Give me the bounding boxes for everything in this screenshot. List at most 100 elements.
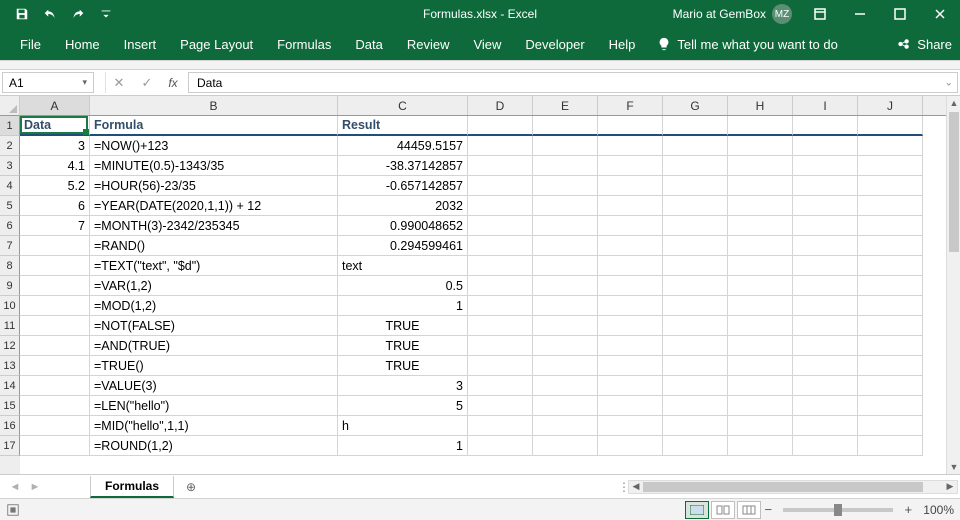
cell[interactable] <box>533 176 598 196</box>
cell[interactable] <box>598 216 663 236</box>
column-header-D[interactable]: D <box>468 96 533 115</box>
cell[interactable] <box>468 356 533 376</box>
enter-formula-button[interactable]: ✓ <box>134 70 160 96</box>
cell[interactable] <box>663 396 728 416</box>
row-header-15[interactable]: 15 <box>0 396 20 416</box>
cell[interactable] <box>663 436 728 456</box>
cell[interactable] <box>663 176 728 196</box>
cell[interactable]: =NOW()+123 <box>90 136 338 156</box>
cell[interactable] <box>728 436 793 456</box>
row-header-13[interactable]: 13 <box>0 356 20 376</box>
cell[interactable] <box>468 376 533 396</box>
cell[interactable]: 0.990048652 <box>338 216 468 236</box>
cell[interactable] <box>793 396 858 416</box>
cell[interactable] <box>858 336 923 356</box>
cell[interactable] <box>858 176 923 196</box>
cell[interactable] <box>598 436 663 456</box>
macro-record-icon[interactable] <box>6 503 20 517</box>
cell[interactable] <box>598 256 663 276</box>
row-header-4[interactable]: 4 <box>0 176 20 196</box>
cell[interactable] <box>728 336 793 356</box>
cell[interactable]: -0.657142857 <box>338 176 468 196</box>
row-header-8[interactable]: 8 <box>0 256 20 276</box>
cell[interactable] <box>598 116 663 136</box>
cell[interactable]: Result <box>338 116 468 136</box>
cell[interactable] <box>858 196 923 216</box>
cell[interactable] <box>20 436 90 456</box>
cell[interactable] <box>468 236 533 256</box>
cell[interactable]: h <box>338 416 468 436</box>
scroll-down-button[interactable]: ▼ <box>947 460 960 474</box>
cell[interactable] <box>728 396 793 416</box>
cell[interactable] <box>533 296 598 316</box>
cell[interactable] <box>20 336 90 356</box>
cell[interactable]: -38.37142857 <box>338 156 468 176</box>
row-header-11[interactable]: 11 <box>0 316 20 336</box>
cell[interactable] <box>728 316 793 336</box>
cell[interactable] <box>663 336 728 356</box>
cell[interactable] <box>468 156 533 176</box>
cell[interactable] <box>468 416 533 436</box>
horizontal-scroll-thumb[interactable] <box>643 482 923 492</box>
cell[interactable] <box>533 136 598 156</box>
cancel-formula-button[interactable]: ✕ <box>106 70 132 96</box>
cell[interactable] <box>20 376 90 396</box>
scroll-left-button[interactable]: ◀ <box>629 481 643 493</box>
cell[interactable]: 0.5 <box>338 276 468 296</box>
cell[interactable]: 3 <box>20 136 90 156</box>
cell[interactable] <box>20 356 90 376</box>
cell[interactable] <box>858 376 923 396</box>
cell[interactable]: TRUE <box>338 316 468 336</box>
cell[interactable] <box>533 416 598 436</box>
cell[interactable] <box>728 136 793 156</box>
cell[interactable] <box>858 356 923 376</box>
row-header-5[interactable]: 5 <box>0 196 20 216</box>
cell[interactable] <box>663 116 728 136</box>
cell[interactable] <box>20 316 90 336</box>
cell[interactable] <box>663 376 728 396</box>
ribbon-options-button[interactable] <box>800 0 840 28</box>
cell[interactable]: =ROUND(1,2) <box>90 436 338 456</box>
formula-input[interactable]: Data ⌄ <box>188 72 958 93</box>
zoom-slider[interactable] <box>783 508 893 512</box>
cell[interactable] <box>598 416 663 436</box>
cell[interactable] <box>598 236 663 256</box>
cell[interactable] <box>468 396 533 416</box>
cell[interactable] <box>728 116 793 136</box>
cell[interactable] <box>663 316 728 336</box>
cells-area[interactable]: DataFormulaResult3=NOW()+12344459.51574.… <box>20 116 946 474</box>
cell[interactable] <box>728 156 793 176</box>
cell[interactable] <box>793 216 858 236</box>
cell[interactable]: =TRUE() <box>90 356 338 376</box>
cell[interactable]: 6 <box>20 196 90 216</box>
column-header-J[interactable]: J <box>858 96 923 115</box>
page-layout-view-button[interactable] <box>711 501 735 519</box>
sheet-nav-prev[interactable]: ◄ <box>6 478 24 496</box>
row-header-2[interactable]: 2 <box>0 136 20 156</box>
tab-developer[interactable]: Developer <box>513 28 596 60</box>
tab-view[interactable]: View <box>461 28 513 60</box>
cell[interactable] <box>598 296 663 316</box>
row-header-10[interactable]: 10 <box>0 296 20 316</box>
cell[interactable]: 5.2 <box>20 176 90 196</box>
zoom-out-button[interactable]: − <box>761 503 775 517</box>
cell[interactable]: =MOD(1,2) <box>90 296 338 316</box>
cell[interactable]: =MINUTE(0.5)-1343/35 <box>90 156 338 176</box>
cell[interactable] <box>598 376 663 396</box>
select-all-corner[interactable] <box>0 96 20 116</box>
cell[interactable] <box>858 136 923 156</box>
cell[interactable] <box>533 156 598 176</box>
cell[interactable]: 7 <box>20 216 90 236</box>
row-header-17[interactable]: 17 <box>0 436 20 456</box>
column-header-I[interactable]: I <box>793 96 858 115</box>
cell[interactable] <box>663 256 728 276</box>
cell[interactable] <box>793 116 858 136</box>
row-header-6[interactable]: 6 <box>0 216 20 236</box>
maximize-button[interactable] <box>880 0 920 28</box>
cell[interactable] <box>533 196 598 216</box>
cell[interactable] <box>598 336 663 356</box>
tab-formulas[interactable]: Formulas <box>265 28 343 60</box>
cell[interactable]: TRUE <box>338 336 468 356</box>
cell[interactable] <box>858 416 923 436</box>
cell[interactable] <box>598 356 663 376</box>
